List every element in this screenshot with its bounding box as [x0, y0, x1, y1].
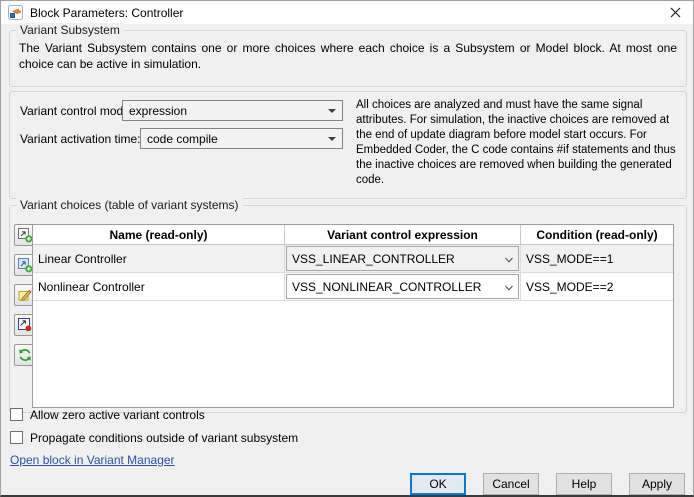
variant-control-mode-value: expression	[129, 104, 187, 118]
open-variant-manager-link[interactable]: Open block in Variant Manager	[10, 453, 175, 467]
column-header-expression: Variant control expression	[285, 225, 521, 244]
row-expression-cell: VSS_NONLINEAR_CONTROLLER	[285, 273, 521, 300]
add-model-icon	[17, 257, 33, 273]
variant-choices-table: Name (read-only) Variant control express…	[32, 224, 674, 408]
add-subsystem-icon	[17, 227, 33, 243]
variant-activation-time-dropdown[interactable]: code compile	[140, 128, 343, 149]
chevron-down-icon	[504, 283, 514, 293]
table-row[interactable]: Linear Controller VSS_LINEAR_CONTROLLER …	[33, 245, 673, 273]
variant-subsystem-group: Variant Subsystem The Variant Subsystem …	[9, 30, 687, 87]
close-icon	[670, 7, 681, 18]
cancel-button[interactable]: Cancel	[483, 473, 539, 495]
block-parameters-dialog: Block Parameters: Controller Variant Sub…	[0, 0, 694, 497]
table-header-row: Name (read-only) Variant control express…	[33, 225, 673, 245]
checkbox-label: Allow zero active variant controls	[30, 408, 205, 422]
dropdown-arrow-icon	[328, 109, 336, 113]
variant-subsystem-description: The Variant Subsystem contains one or mo…	[19, 40, 677, 72]
table-row[interactable]: Nonlinear Controller VSS_NONLINEAR_CONTR…	[33, 273, 673, 301]
help-button[interactable]: Help	[556, 473, 612, 495]
propagate-conditions-checkbox-row[interactable]: Propagate conditions outside of variant …	[10, 430, 298, 445]
window-title: Block Parameters: Controller	[30, 6, 183, 20]
variant-subsystem-group-title: Variant Subsystem	[16, 23, 124, 37]
row-condition: VSS_MODE==2	[521, 273, 673, 300]
checkbox-propagate-conditions[interactable]	[10, 431, 23, 444]
close-button[interactable]	[657, 1, 693, 24]
expression-dropdown[interactable]: VSS_LINEAR_CONTROLLER	[286, 246, 519, 271]
expression-value: VSS_NONLINEAR_CONTROLLER	[292, 280, 481, 294]
chevron-down-icon	[504, 255, 514, 265]
row-name: Nonlinear Controller	[33, 273, 285, 300]
expression-value: VSS_LINEAR_CONTROLLER	[292, 252, 455, 266]
dialog-button-row: OK Cancel Help Apply	[410, 473, 685, 495]
refresh-icon	[17, 347, 33, 363]
variant-choices-group-title: Variant choices (table of variant system…	[16, 198, 243, 212]
expression-dropdown[interactable]: VSS_NONLINEAR_CONTROLLER	[286, 274, 519, 299]
choices-info-text: All choices are analyzed and must have t…	[356, 98, 684, 188]
ok-button[interactable]: OK	[410, 473, 466, 495]
variant-activation-time-label: Variant activation time:	[20, 132, 141, 146]
open-block-icon	[17, 317, 33, 333]
row-name: Linear Controller	[33, 245, 285, 272]
simulink-block-icon	[8, 5, 23, 20]
edit-pencil-icon	[17, 287, 33, 303]
allow-zero-active-checkbox-row[interactable]: Allow zero active variant controls	[10, 407, 205, 422]
titlebar[interactable]: Block Parameters: Controller	[1, 1, 693, 24]
row-expression-cell: VSS_LINEAR_CONTROLLER	[285, 245, 521, 272]
row-condition: VSS_MODE==1	[521, 245, 673, 272]
variant-control-mode-dropdown[interactable]: expression	[122, 100, 343, 121]
apply-button[interactable]: Apply	[629, 473, 685, 495]
variant-controls-group: Variant control mode: expression Variant…	[9, 91, 687, 199]
column-header-condition: Condition (read-only)	[521, 225, 673, 244]
dropdown-arrow-icon	[328, 137, 336, 141]
variant-control-mode-label: Variant control mode:	[20, 104, 133, 118]
checkbox-allow-zero-active[interactable]	[10, 408, 23, 421]
column-header-name: Name (read-only)	[33, 225, 285, 244]
checkbox-label: Propagate conditions outside of variant …	[30, 431, 298, 445]
variant-choices-group: Variant choices (table of variant system…	[9, 205, 687, 413]
variant-activation-time-value: code compile	[147, 132, 218, 146]
